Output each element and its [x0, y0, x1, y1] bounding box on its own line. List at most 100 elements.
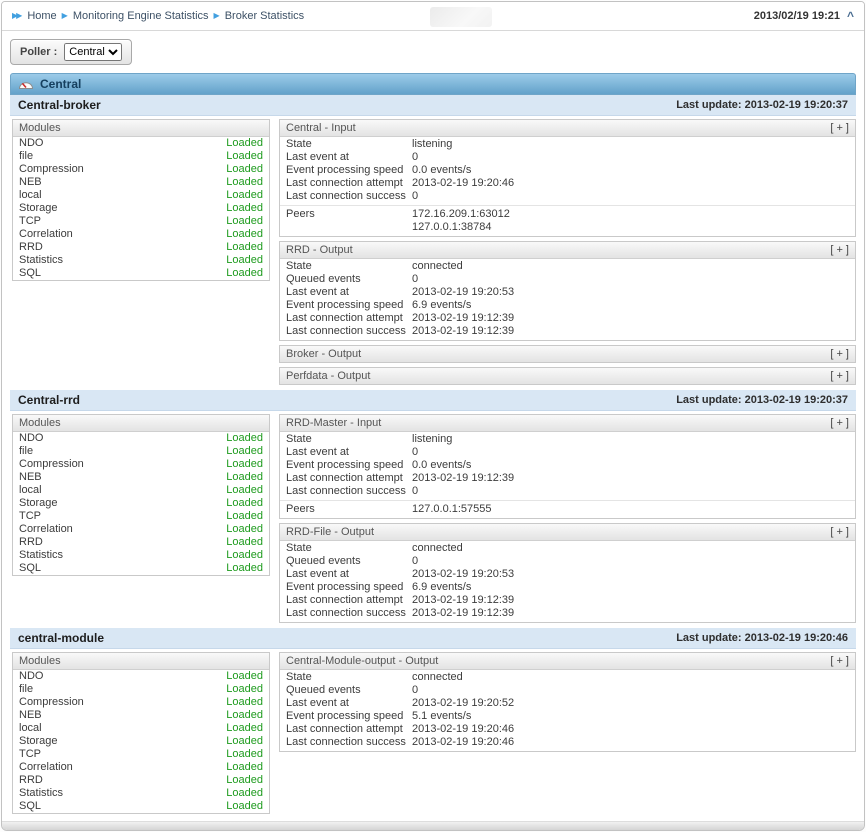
- module-status-loaded: Loaded: [226, 748, 263, 761]
- section-title: Central-rrd: [18, 393, 80, 407]
- panel-title: Perfdata - Output: [286, 370, 370, 382]
- module-status-loaded: Loaded: [226, 163, 263, 176]
- module-name: file: [19, 683, 33, 696]
- breadcrumb-link[interactable]: Home: [27, 10, 56, 22]
- stat-label: Last connection attempt: [286, 312, 412, 325]
- panel-header: Central - Input [ + ]: [280, 120, 855, 137]
- modules-list: NDO Loaded file Loaded Compression Loade…: [13, 137, 269, 280]
- stat-value: 2013-02-19 19:20:53: [412, 568, 514, 581]
- breadcrumb-separator-icon: ▶: [62, 12, 68, 20]
- stat-label: Last connection success: [286, 325, 412, 338]
- module-row: RRD Loaded: [13, 774, 269, 787]
- stat-value: connected: [412, 260, 463, 273]
- module-status-loaded: Loaded: [226, 774, 263, 787]
- sections-container: Central-broker Last update: 2013-02-19 1…: [2, 95, 864, 819]
- section-header: central-module Last update: 2013-02-19 1…: [10, 628, 856, 649]
- section-header: Central-rrd Last update: 2013-02-19 19:2…: [10, 390, 856, 411]
- module-row: local Loaded: [13, 189, 269, 202]
- module-name: NDO: [19, 137, 43, 150]
- stat-row: Last event at 2013-02-19 19:20:52: [280, 697, 855, 710]
- module-name: local: [19, 484, 42, 497]
- stat-value: 0: [412, 555, 418, 568]
- module-row: file Loaded: [13, 445, 269, 458]
- modules-title: Modules: [19, 122, 61, 134]
- section-title: central-module: [18, 631, 104, 645]
- modules-header: Modules: [13, 120, 269, 137]
- panel-title: RRD-Master - Input: [286, 417, 381, 429]
- module-status-loaded: Loaded: [226, 267, 263, 280]
- module-name: file: [19, 150, 33, 163]
- panels-column: Central-Module-output - Output [ + ] Sta…: [279, 652, 856, 752]
- toolbar: Poller : Central: [2, 31, 864, 71]
- expand-button[interactable]: [ + ]: [830, 348, 849, 360]
- stat-value: listening: [412, 433, 452, 446]
- poller-select[interactable]: Central: [64, 43, 122, 61]
- section-title: Central-broker: [18, 98, 101, 112]
- module-status-loaded: Loaded: [226, 683, 263, 696]
- stat-label: State: [286, 138, 412, 151]
- stat-row: Last connection success 0: [280, 485, 855, 498]
- module-status-loaded: Loaded: [226, 696, 263, 709]
- module-row: Statistics Loaded: [13, 549, 269, 562]
- stat-label: Event processing speed: [286, 164, 412, 177]
- stat-value: connected: [412, 542, 463, 555]
- panel-header: RRD-File - Output [ + ]: [280, 524, 855, 541]
- stat-label: Last event at: [286, 568, 412, 581]
- collapse-caret-icon[interactable]: ^: [847, 9, 854, 23]
- expand-button[interactable]: [ + ]: [830, 655, 849, 667]
- broker-section: central-module Last update: 2013-02-19 1…: [2, 628, 864, 819]
- stat-value: 5.1 events/s: [412, 710, 471, 723]
- stat-panel: Central - Input [ + ] State listening La…: [279, 119, 856, 237]
- expand-button[interactable]: [ + ]: [830, 417, 849, 429]
- stat-panel: RRD-Master - Input [ + ] State listening…: [279, 414, 856, 519]
- panel-body: State connected Queued events 0 Last eve…: [280, 541, 855, 622]
- expand-button[interactable]: [ + ]: [830, 370, 849, 382]
- section-body: Modules NDO Loaded file Loaded Compressi…: [2, 411, 864, 628]
- stat-label: Peers: [286, 208, 412, 221]
- module-status-loaded: Loaded: [226, 761, 263, 774]
- module-status-loaded: Loaded: [226, 562, 263, 575]
- module-row: file Loaded: [13, 150, 269, 163]
- section-body: Modules NDO Loaded file Loaded Compressi…: [2, 649, 864, 819]
- modules-box: Modules NDO Loaded file Loaded Compressi…: [12, 414, 270, 576]
- section-body: Modules NDO Loaded file Loaded Compressi…: [2, 116, 864, 390]
- module-row: Compression Loaded: [13, 163, 269, 176]
- panel-header: Central-Module-output - Output [ + ]: [280, 653, 855, 670]
- expand-button[interactable]: [ + ]: [830, 244, 849, 256]
- topbar-right: 2013/02/19 19:21 ^: [754, 9, 854, 23]
- expand-button[interactable]: [ + ]: [830, 526, 849, 538]
- panel-title: Broker - Output: [286, 348, 361, 360]
- module-status-loaded: Loaded: [226, 670, 263, 683]
- stat-label: Event processing speed: [286, 581, 412, 594]
- module-name: file: [19, 445, 33, 458]
- stat-label: Last connection success: [286, 736, 412, 749]
- stat-value: 6.9 events/s: [412, 299, 471, 312]
- module-name: SQL: [19, 562, 41, 575]
- faded-logo: [430, 7, 492, 27]
- module-name: TCP: [19, 748, 41, 761]
- module-status-loaded: Loaded: [226, 254, 263, 267]
- module-name: Correlation: [19, 523, 73, 536]
- module-row: NEB Loaded: [13, 709, 269, 722]
- poller-banner-title: Central: [40, 77, 81, 91]
- modules-title: Modules: [19, 655, 61, 667]
- last-update: Last update: 2013-02-19 19:20:37: [676, 394, 848, 406]
- stat-value: 0.0 events/s: [412, 164, 471, 177]
- stat-row: Last event at 0: [280, 151, 855, 164]
- section-header: Central-broker Last update: 2013-02-19 1…: [10, 95, 856, 116]
- module-status-loaded: Loaded: [226, 176, 263, 189]
- module-row: SQL Loaded: [13, 267, 269, 280]
- module-row: Compression Loaded: [13, 458, 269, 471]
- module-row: SQL Loaded: [13, 800, 269, 813]
- stat-label: Last connection attempt: [286, 472, 412, 485]
- breadcrumb-link[interactable]: Monitoring Engine Statistics: [73, 10, 209, 22]
- modules-box: Modules NDO Loaded file Loaded Compressi…: [12, 652, 270, 814]
- broker-section: Central-broker Last update: 2013-02-19 1…: [2, 95, 864, 390]
- module-status-loaded: Loaded: [226, 471, 263, 484]
- expand-button[interactable]: [ + ]: [830, 122, 849, 134]
- stat-row: Event processing speed 5.1 events/s: [280, 710, 855, 723]
- breadcrumb-link[interactable]: Broker Statistics: [225, 10, 304, 22]
- stat-value: 2013-02-19 19:12:39: [412, 312, 514, 325]
- stat-value: 2013-02-19 19:12:39: [412, 607, 514, 620]
- module-status-loaded: Loaded: [226, 735, 263, 748]
